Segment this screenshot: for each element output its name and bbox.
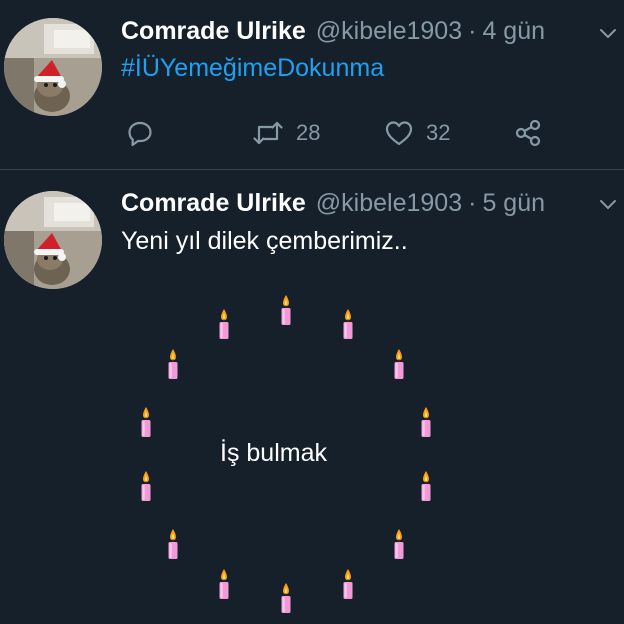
retweet-icon [252, 119, 284, 147]
retweet-button[interactable]: 28 [252, 115, 320, 151]
candle-emoji [341, 308, 355, 340]
share-icon [513, 118, 543, 148]
tweet-time[interactable]: 4 gün [482, 17, 545, 46]
tweet-header: Comrade Ulrike @kibele1903 · 5 gün [121, 188, 614, 218]
circle-center-text: İş bulmak [220, 439, 327, 467]
tweet-actions: 28 32 [0, 115, 624, 151]
like-count: 32 [426, 120, 451, 145]
tweet-time[interactable]: 5 gün [482, 189, 545, 218]
share-button[interactable] [513, 115, 543, 151]
candle-emoji [166, 528, 180, 560]
candle-emoji [419, 406, 433, 438]
chevron-down-icon[interactable] [598, 24, 618, 44]
display-name[interactable]: Comrade Ulrike [121, 17, 306, 46]
candle-emoji [217, 568, 231, 600]
candle-emoji [392, 528, 406, 560]
tweet-header: Comrade Ulrike @kibele1903 · 4 gün [121, 16, 614, 46]
separator-dot: · [468, 16, 477, 45]
candle-emoji [139, 470, 153, 502]
candle-emoji [279, 294, 293, 326]
tweet-text: Yeni yıl dilek çemberimiz.. [121, 227, 408, 255]
retweet-count: 28 [296, 120, 321, 145]
candle-emoji [166, 348, 180, 380]
user-handle[interactable]: @kibele1903 [316, 17, 462, 46]
display-name[interactable]: Comrade Ulrike [121, 189, 306, 218]
user-handle[interactable]: @kibele1903 [316, 189, 462, 218]
cat-with-santa-hat-avatar[interactable] [4, 18, 102, 116]
hashtag-link[interactable]: #İÜYemeğimeDokunma [121, 54, 384, 83]
chevron-down-icon[interactable] [598, 195, 618, 215]
candle-emoji [341, 568, 355, 600]
candle-emoji [279, 582, 293, 614]
candle-emoji [217, 308, 231, 340]
tweet[interactable]: Comrade Ulrike @kibele1903 · 4 gün #İÜYe… [0, 0, 624, 170]
reply-icon [126, 119, 154, 147]
tweet[interactable]: Comrade Ulrike @kibele1903 · 5 gün Yeni … [0, 171, 624, 624]
reply-button[interactable] [126, 115, 154, 151]
candle-emoji [392, 348, 406, 380]
heart-icon [384, 119, 414, 147]
cat-with-santa-hat-avatar[interactable] [4, 191, 102, 289]
like-button[interactable]: 32 [384, 115, 450, 151]
candle-emoji [139, 406, 153, 438]
separator-dot: · [468, 188, 477, 217]
candle-emoji [419, 470, 433, 502]
